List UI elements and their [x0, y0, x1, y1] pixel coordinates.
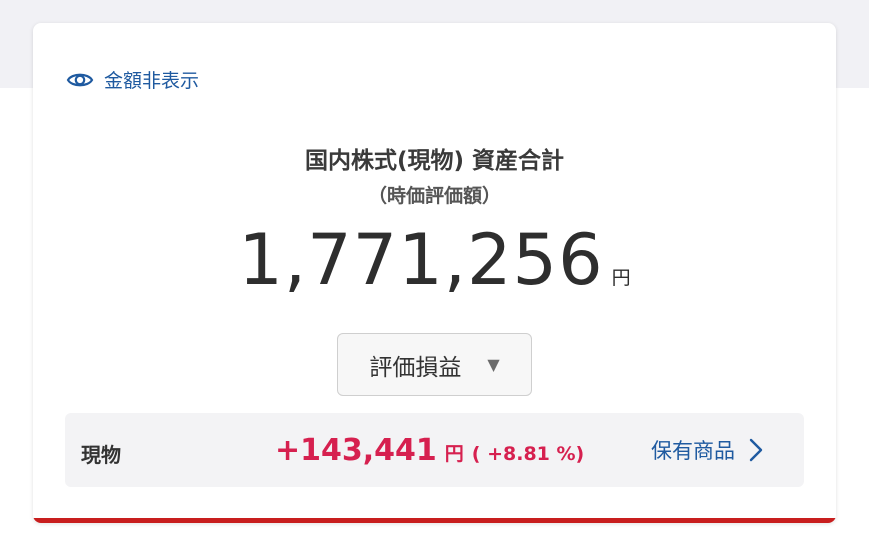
total-amount-unit: 円: [611, 267, 631, 289]
hide-amount-toggle[interactable]: 金額非表示: [66, 66, 199, 93]
metric-select-value: 評価損益: [369, 354, 462, 381]
eye-icon: [66, 73, 94, 86]
gain-unit: 円: [444, 443, 464, 465]
chevron-right-icon: [749, 438, 763, 462]
hide-amount-label: 金額非表示: [104, 70, 200, 92]
gain-percent: ( +8.81 %): [471, 443, 585, 465]
dropdown-caret-icon: ▼: [487, 355, 500, 374]
card-accent-bar: [33, 518, 836, 523]
metric-select[interactable]: 評価損益 ▼: [337, 333, 532, 396]
total-amount-row: 1,771,256 円: [33, 219, 836, 301]
unrealized-gain: +143,441 円 ( +8.81 %): [275, 433, 584, 468]
holdings-link[interactable]: 保有商品: [651, 435, 763, 465]
total-amount: 1,771,256: [238, 219, 604, 301]
asset-summary-card: 金額非表示 国内株式(現物) 資産合計 （時価評価額） 1,771,256 円 …: [33, 23, 836, 523]
position-label: 現物: [81, 443, 121, 467]
asset-total-title: 国内株式(現物) 資産合計: [304, 148, 565, 174]
asset-total-subtitle: （時価評価額）: [367, 185, 501, 207]
holdings-link-label: 保有商品: [651, 439, 735, 463]
spot-position-row: 現物 +143,441 円 ( +8.81 %) 保有商品: [65, 413, 804, 487]
gain-value: +143,441: [275, 433, 437, 468]
